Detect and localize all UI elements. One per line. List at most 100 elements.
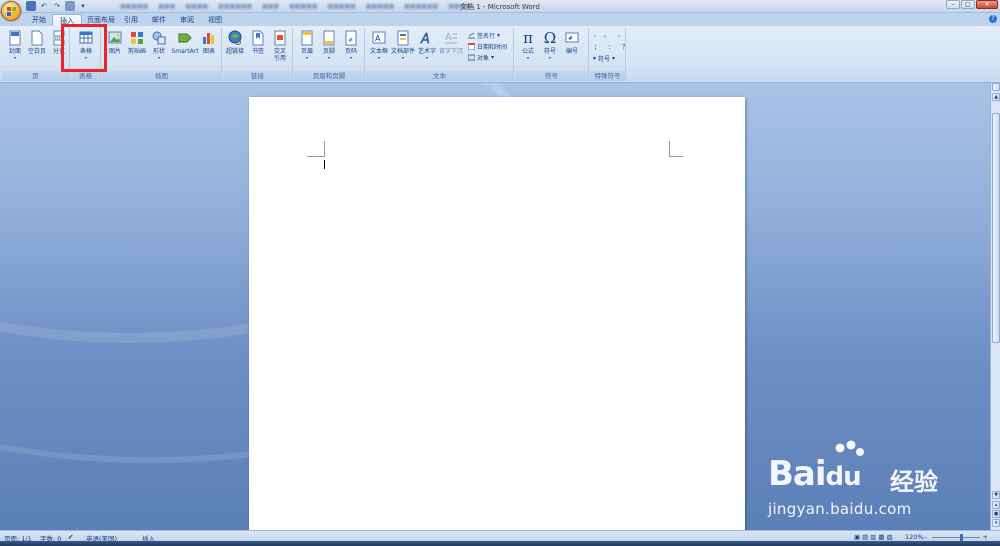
symbol-arrow-icon: ▾	[548, 55, 551, 60]
tab-review[interactable]: 审阅	[176, 14, 198, 26]
blank-page-label: 空白页	[27, 48, 46, 55]
proofing-icon[interactable]: ✔	[68, 533, 73, 541]
picture-button[interactable]: 图片	[104, 30, 126, 55]
colon-symbol[interactable]: ：	[608, 42, 614, 51]
hyperlink-button[interactable]: 超链接	[224, 30, 246, 55]
comma-symbol[interactable]: ,	[594, 31, 596, 38]
numbering-button[interactable]: # 编号	[561, 30, 583, 55]
ruler-toggle-icon[interactable]	[992, 83, 1000, 91]
footer-button[interactable]: 页脚 ▾	[318, 30, 340, 60]
footer-arrow-icon: ▾	[327, 55, 330, 60]
blank-page-button[interactable]: 空白页	[26, 30, 48, 55]
cover-page-label: 封面	[8, 48, 21, 55]
drop-cap-button[interactable]: A 首字下沉	[439, 30, 463, 55]
highlight-annotation	[61, 24, 107, 72]
svg-text:A: A	[375, 34, 381, 43]
equation-label: 公式	[521, 48, 534, 55]
crop-mark	[669, 141, 683, 157]
semicolon-symbol[interactable]: ；	[594, 42, 600, 51]
group-text: A 文本框 ▾ 文档部件 ▾ A 艺术字 ▾ A 首字下沉 签名行 ▾ 日期和时…	[366, 28, 514, 81]
picture-icon	[108, 30, 122, 46]
cross-reference-icon	[273, 30, 287, 46]
chart-icon	[202, 30, 216, 46]
tab-references[interactable]: 引用	[120, 14, 142, 26]
hyperlink-icon	[228, 30, 242, 46]
picture-label: 图片	[108, 48, 121, 55]
previous-page-icon[interactable]: ▴	[992, 501, 1000, 509]
document-page[interactable]	[249, 97, 745, 530]
page-number-label: 页码	[344, 48, 357, 55]
next-page-icon[interactable]: ▾	[992, 519, 1000, 527]
ribbon-tabs: 开始 插入 页面布局 引用 邮件 审阅 视图 ?	[0, 13, 1000, 26]
page-number-button[interactable]: # 页码 ▾	[340, 30, 362, 60]
shapes-button[interactable]: 形状 ▾	[148, 30, 170, 60]
maximize-button[interactable]: □	[961, 0, 975, 9]
group-illustrations-label: 插图	[102, 71, 221, 81]
watermark-url: jingyan.baidu.com	[768, 500, 912, 518]
close-button[interactable]: ✕	[976, 0, 998, 9]
tab-mailings[interactable]: 邮件	[148, 14, 170, 26]
shapes-icon	[152, 30, 166, 46]
date-time-button[interactable]: 日期和时间	[468, 42, 507, 51]
minimize-button[interactable]: –	[946, 0, 960, 9]
header-button[interactable]: 页眉 ▾	[296, 30, 318, 60]
numbering-label: 编号	[565, 48, 578, 55]
text-box-button[interactable]: A 文本框 ▾	[368, 30, 390, 60]
group-text-label: 文本	[366, 71, 513, 81]
signature-line-label: 签名行	[477, 33, 496, 40]
equation-button[interactable]: π 公式 ▾	[517, 30, 539, 60]
group-pages: 封面 ▾ 空白页 分页 页	[2, 28, 70, 81]
object-button[interactable]: 对象 ▾	[468, 53, 494, 62]
title-bar: ↶ ↷ ▾ ■■■■■ ■■■ ■■■■ ■■■■■■ ■■■ ■■■■■ ■■■■■ ■■■…	[0, 0, 1000, 13]
tab-view[interactable]: 视图	[204, 14, 226, 26]
view-buttons[interactable]: ▣▤▥▦▧	[854, 533, 895, 541]
window-controls: – □ ✕	[946, 0, 998, 9]
scroll-thumb[interactable]	[992, 113, 1000, 343]
object-label: 对象	[477, 55, 490, 62]
group-links-label: 链接	[223, 71, 292, 81]
chart-label: 图表	[202, 48, 215, 55]
svg-text:A: A	[420, 32, 430, 46]
wordart-button[interactable]: A 艺术字 ▾	[416, 30, 438, 60]
text-box-arrow-icon: ▾	[377, 55, 380, 60]
enumeration-comma-symbol[interactable]: 、	[618, 30, 624, 39]
smartart-button[interactable]: SmartArt	[171, 30, 199, 55]
pi-icon: π	[523, 29, 533, 47]
cover-page-arrow-icon: ▾	[13, 55, 16, 60]
group-links: 超链接 书签 交叉 引用 链接	[223, 28, 293, 81]
scroll-down-icon[interactable]: ▼	[992, 491, 1000, 499]
blank-page-icon	[30, 30, 44, 46]
group-illustrations: 图片 剪贴画 形状 ▾ SmartArt 图表 插图	[102, 28, 222, 81]
text-box-icon: A	[372, 30, 386, 46]
window-title: 文档 1 - Microsoft Word	[460, 3, 540, 11]
period-symbol[interactable]: 。	[604, 30, 610, 39]
vertical-scrollbar[interactable]: ▲ ▼ ▴ ● ▾	[990, 83, 1000, 530]
question-symbol[interactable]: ？	[622, 42, 628, 51]
group-special-symbols: , 。 、 ； ： ？ ▾ 符号 ▾ 特殊符号	[590, 28, 628, 81]
select-browse-object-icon[interactable]: ●	[992, 510, 1000, 518]
more-symbols-button[interactable]: ▾ 符号 ▾	[593, 54, 615, 63]
signature-line-button[interactable]: 签名行 ▾	[468, 31, 500, 40]
office-button[interactable]	[1, 1, 21, 21]
footer-icon	[322, 30, 336, 46]
numbering-icon: #	[565, 30, 579, 46]
quick-parts-button[interactable]: 文档部件 ▾	[391, 30, 415, 60]
smartart-label: SmartArt	[171, 48, 199, 55]
baidu-watermark: Baidu 经验 jingyan.baidu.com	[768, 440, 968, 530]
cross-reference-button[interactable]: 交叉 引用	[269, 30, 291, 62]
special-symbols-row-2: ； ： ？	[594, 42, 628, 51]
ribbon: 封面 ▾ 空白页 分页 页 表格 ▾ 表格 图片 剪贴画 形状 ▾ SmartA…	[0, 26, 1000, 83]
chart-button[interactable]: 图表	[198, 30, 220, 55]
zoom-slider[interactable]: – +	[924, 533, 994, 541]
scroll-up-icon[interactable]: ▲	[992, 93, 1000, 101]
cover-page-button[interactable]: 封面 ▾	[4, 30, 26, 60]
clip-art-icon	[130, 30, 144, 46]
clip-art-button[interactable]: 剪贴画	[126, 30, 148, 55]
watermark-cn-text: 经验	[890, 468, 938, 496]
tab-home[interactable]: 开始	[28, 14, 50, 26]
bookmark-button[interactable]: 书签	[247, 30, 269, 55]
svg-text:A: A	[445, 32, 452, 43]
symbol-button[interactable]: Ω 符号 ▾	[539, 30, 561, 60]
help-icon[interactable]: ?	[989, 15, 997, 23]
zoom-level[interactable]: 120%	[905, 533, 924, 541]
